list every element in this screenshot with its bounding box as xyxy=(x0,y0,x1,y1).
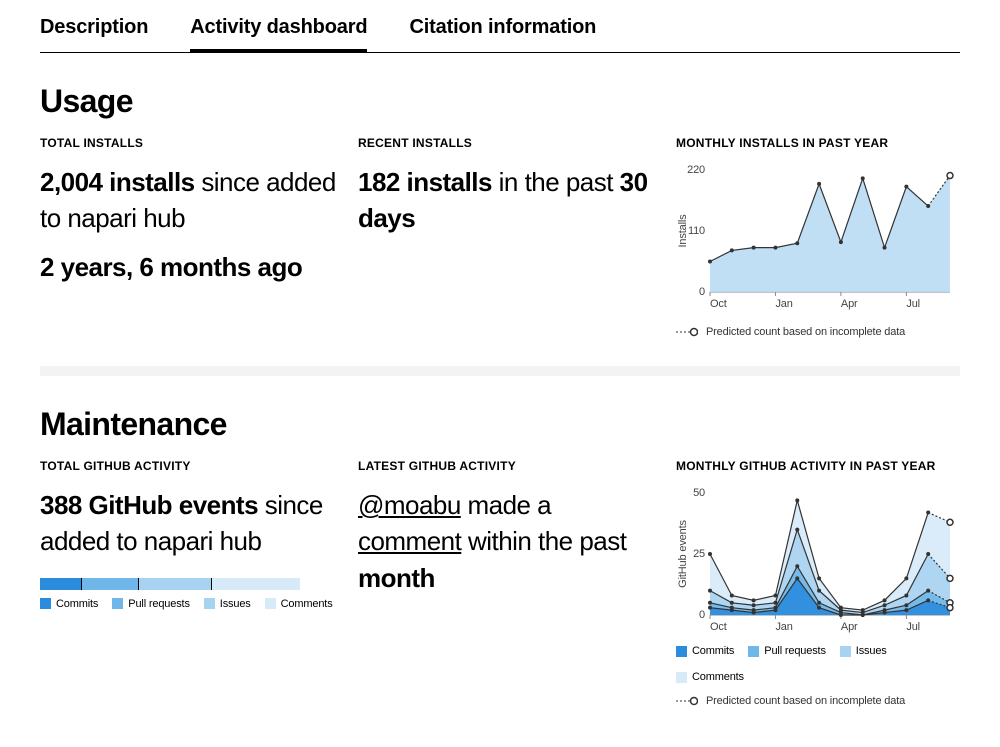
swatch-issues-2 xyxy=(840,646,851,657)
activity-breakdown-legend: Commits Pull requests Issues Comments xyxy=(40,598,340,610)
svg-text:Oct: Oct xyxy=(710,298,727,310)
swatch-commits xyxy=(40,598,51,609)
svg-text:110: 110 xyxy=(688,225,705,237)
swatch-issues xyxy=(204,598,215,609)
latest-user-link[interactable]: @moabu xyxy=(358,490,461,520)
svg-text:Apr: Apr xyxy=(841,621,858,633)
usage-heading: Usage xyxy=(40,83,960,120)
monthly-github-chart: 0 25 50 GitHub events Oct Jan Apr Jul xyxy=(676,487,956,637)
monthly-github-chart-label: MONTHLY GITHUB ACTIVITY IN PAST YEAR xyxy=(676,459,956,473)
total-github-label: TOTAL GITHUB ACTIVITY xyxy=(40,459,340,473)
recent-installs-label: RECENT INSTALLS xyxy=(358,136,658,150)
svg-text:Jul: Jul xyxy=(906,298,920,310)
latest-github-block: LATEST GITHUB ACTIVITY @moabu made a com… xyxy=(358,459,658,596)
latest-github-text: @moabu made a comment within the past mo… xyxy=(358,487,658,596)
monthly-installs-chart: 0 110 220 Installs Oct Jan Apr Jul xyxy=(676,164,956,314)
svg-text:Jul: Jul xyxy=(906,621,920,633)
total-installs-text: 2,004 installs since added to napari hub xyxy=(40,164,340,237)
latest-github-label: LATEST GITHUB ACTIVITY xyxy=(358,459,658,473)
svg-text:Oct: Oct xyxy=(710,621,727,633)
section-divider xyxy=(40,366,960,376)
bar-comments xyxy=(212,578,300,590)
svg-text:Jan: Jan xyxy=(775,298,792,310)
tab-citation-information[interactable]: Citation information xyxy=(409,8,596,52)
svg-text:25: 25 xyxy=(693,548,705,560)
svg-text:Installs: Installs xyxy=(677,214,689,248)
total-installs-block: TOTAL INSTALLS 2,004 installs since adde… xyxy=(40,136,340,285)
total-installs-label: TOTAL INSTALLS xyxy=(40,136,340,150)
recent-installs-block: RECENT INSTALLS 182 installs in the past… xyxy=(358,136,658,237)
github-chart-legend: Commits Pull requests Issues Comments xyxy=(676,645,956,683)
swatch-comments-2 xyxy=(676,672,687,683)
bar-prs xyxy=(82,578,139,590)
svg-text:0: 0 xyxy=(699,609,705,621)
monthly-installs-chart-label: MONTHLY INSTALLS IN PAST YEAR xyxy=(676,136,956,150)
svg-text:220: 220 xyxy=(687,164,705,176)
swatch-prs-2 xyxy=(748,646,759,657)
monthly-github-chart-block: MONTHLY GITHUB ACTIVITY IN PAST YEAR 0 25… xyxy=(676,459,956,707)
swatch-comments xyxy=(265,598,276,609)
tabs: Description Activity dashboard Citation … xyxy=(40,0,960,53)
svg-text:GitHub events: GitHub events xyxy=(677,520,689,588)
bar-commits xyxy=(40,578,82,590)
svg-text:Apr: Apr xyxy=(841,298,858,310)
tab-description[interactable]: Description xyxy=(40,8,148,52)
predicted-note-installs: Predicted count based on incomplete data xyxy=(676,326,956,338)
bar-issues xyxy=(139,578,212,590)
latest-action-link[interactable]: comment xyxy=(358,526,461,556)
predicted-note-github: Predicted count based on incomplete data xyxy=(676,695,956,707)
total-github-text: 388 GitHub events since added to napari … xyxy=(40,487,340,560)
swatch-commits-2 xyxy=(676,646,687,657)
total-installs-age: 2 years, 6 months ago xyxy=(40,249,340,285)
total-github-block: TOTAL GITHUB ACTIVITY 388 GitHub events … xyxy=(40,459,340,610)
svg-text:Jan: Jan xyxy=(775,621,792,633)
svg-text:0: 0 xyxy=(699,286,705,298)
svg-text:50: 50 xyxy=(693,487,705,499)
activity-breakdown-bar xyxy=(40,578,300,590)
maintenance-heading: Maintenance xyxy=(40,406,960,443)
tab-activity-dashboard[interactable]: Activity dashboard xyxy=(190,8,367,53)
recent-installs-text: 182 installs in the past 30 days xyxy=(358,164,658,237)
swatch-prs xyxy=(112,598,123,609)
monthly-installs-chart-block: MONTHLY INSTALLS IN PAST YEAR 0 110 220 Ins… xyxy=(676,136,956,338)
